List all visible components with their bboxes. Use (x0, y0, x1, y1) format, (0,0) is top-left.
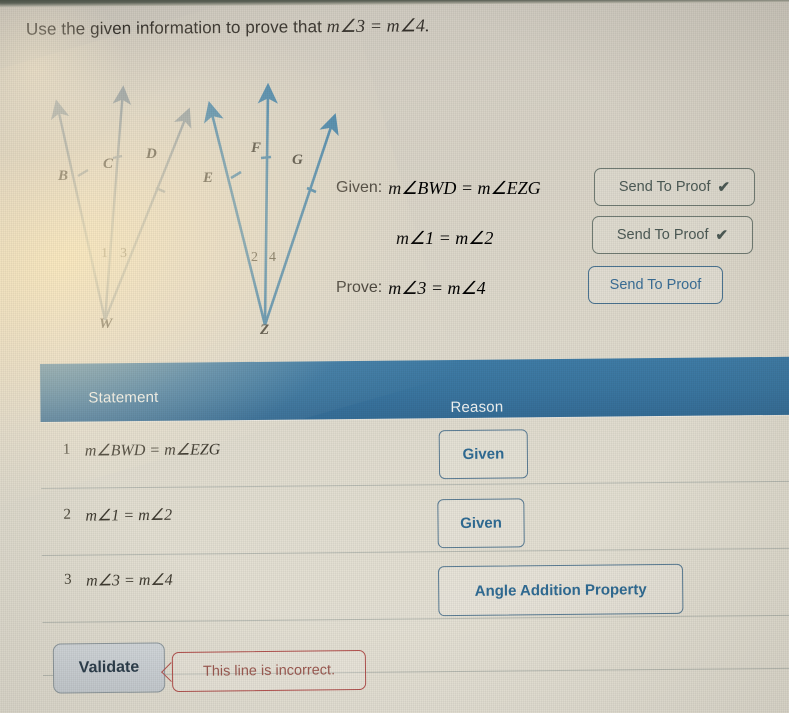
ray-zg (263, 113, 339, 326)
angle-diagram: B C D 1 3 W E F G 2 4 Z (0, 70, 350, 350)
angle-diagram-svg (50, 82, 339, 326)
reason-button-3[interactable]: Angle Addition Property (437, 563, 684, 617)
column-header-statement: Statement (88, 388, 159, 407)
table-row[interactable]: 1 m∠BWD = m∠EZG Given (40, 414, 789, 489)
ray-zf-tick (260, 155, 272, 160)
given-text-1: m∠BWD = m∠EZG (388, 177, 541, 198)
reason-button-2[interactable]: Given (437, 498, 525, 549)
label-point-g: G (292, 152, 303, 168)
given-row-2: m∠1 = m∠2 (396, 218, 493, 258)
content-plane: Use the given information to prove that … (0, 0, 789, 713)
label-vertex-z: Z (260, 322, 270, 338)
prove-text: m∠3 = m∠4 (388, 277, 486, 298)
reason-label-2: Given (460, 514, 502, 532)
error-message: This line is incorrect. (202, 662, 336, 680)
page-title: Use the given information to prove that … (26, 15, 430, 40)
reason-label-1: Given (462, 445, 505, 463)
validate-button[interactable]: Validate (52, 642, 166, 694)
label-angle-3: 3 (120, 246, 127, 261)
right-angle-figure (203, 82, 339, 326)
label-point-b: B (58, 168, 69, 184)
reason-button-1[interactable]: Given (438, 429, 529, 480)
proof-table-header: Statement Reason (40, 356, 789, 422)
label-angle-1: 1 (101, 246, 108, 261)
statement-text-3: m∠3 = m∠4 (86, 571, 173, 590)
prove-row: Prove: m∠3 = m∠4 (336, 268, 486, 308)
given-row-1: Given: m∠BWD = m∠EZG (336, 168, 541, 208)
prompt-lead: Use the given information to prove that (25, 17, 322, 39)
label-point-c: C (103, 156, 114, 172)
left-angle-figure (50, 85, 192, 321)
ray-wc (103, 85, 132, 321)
label-angle-4: 4 (269, 250, 276, 265)
table-row[interactable]: 3 m∠3 = m∠4 Angle Addition Property (41, 548, 789, 623)
prove-label: Prove: (336, 279, 383, 296)
send-to-proof-label-3: Send To Proof (609, 277, 702, 293)
send-to-proof-button-2[interactable]: Send To Proof ✔ (592, 216, 753, 254)
given-label: Given: (336, 179, 383, 196)
send-to-proof-label-1: Send To Proof (618, 179, 711, 195)
label-point-f: F (251, 140, 262, 156)
statement-number-3: 3 (63, 571, 72, 588)
reason-label-3: Angle Addition Property (474, 580, 647, 600)
check-icon-2: ✔ (715, 227, 729, 244)
table-row[interactable]: 2 m∠1 = m∠2 Given (41, 481, 789, 556)
label-vertex-w: W (99, 316, 113, 332)
send-to-proof-label-2: Send To Proof (616, 227, 709, 243)
ray-ze (203, 100, 267, 326)
ray-ze-tick (230, 170, 242, 180)
proof-table: Statement Reason 1 m∠BWD = m∠EZG Given 2… (40, 356, 789, 676)
ray-zf (257, 82, 278, 326)
statement-text-2: m∠1 = m∠2 (85, 506, 173, 525)
ray-wc-tick (112, 154, 123, 160)
send-to-proof-button-3[interactable]: Send To Proof (588, 266, 723, 304)
prompt-statement: m∠3 = m∠4. (326, 15, 430, 37)
send-to-proof-button-1[interactable]: Send To Proof ✔ (594, 168, 755, 206)
label-point-e: E (203, 170, 214, 186)
ray-wb (50, 99, 107, 321)
error-tooltip: This line is incorrect. (171, 649, 367, 693)
screen-photo: Use the given information to prove that … (0, 0, 789, 713)
check-icon-1: ✔ (717, 179, 731, 196)
statement-number-1: 1 (62, 441, 71, 458)
ray-wd (103, 107, 192, 321)
column-header-reason: Reason (450, 398, 504, 417)
validate-label: Validate (78, 658, 140, 677)
ray-wb-tick (77, 168, 89, 178)
given-text-2: m∠1 = m∠2 (396, 227, 494, 248)
statement-number-2: 2 (63, 506, 72, 523)
statement-text-1: m∠BWD = m∠EZG (84, 441, 221, 460)
label-angle-2: 2 (251, 250, 258, 265)
label-point-d: D (146, 146, 157, 162)
